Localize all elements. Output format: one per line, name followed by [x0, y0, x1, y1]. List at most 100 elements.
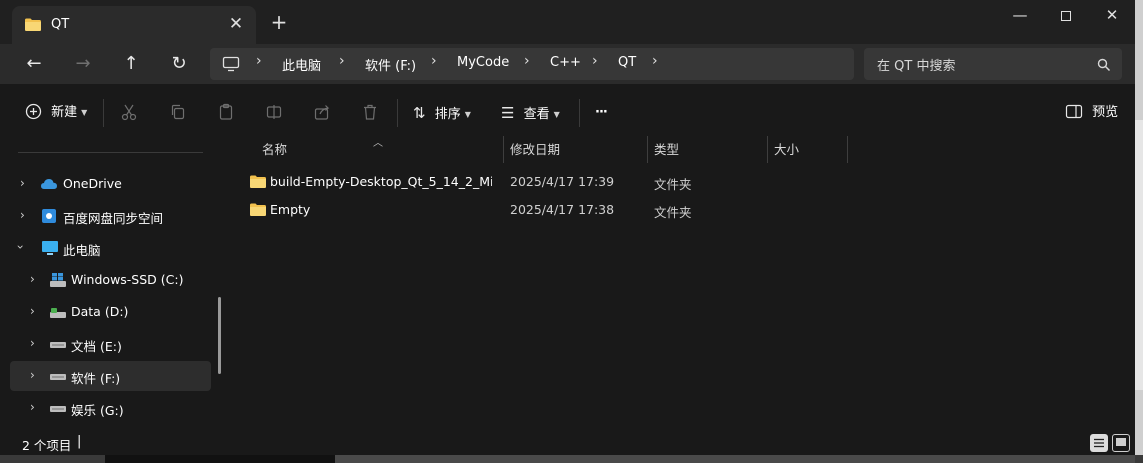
- column-header-type[interactable]: 类型: [654, 142, 679, 162]
- large-icons-view-button[interactable]: [1112, 434, 1130, 452]
- copy-icon[interactable]: [168, 103, 188, 123]
- column-divider[interactable]: [847, 136, 848, 163]
- view-list-icon: ☰: [501, 104, 515, 122]
- preview-pane-button[interactable]: 预览: [1065, 102, 1118, 124]
- folder-icon: [249, 202, 267, 221]
- minimize-button[interactable]: —: [997, 0, 1043, 32]
- sidebar-item-drive-d[interactable]: › Data (D:): [10, 297, 211, 327]
- sort-icon: ⇅: [413, 104, 426, 122]
- status-bar: 2 个项目 |: [0, 432, 1135, 455]
- column-header-size[interactable]: 大小: [774, 142, 799, 162]
- new-tab-button[interactable]: +: [268, 12, 290, 34]
- expand-chevron-icon[interactable]: ›: [30, 336, 35, 350]
- breadcrumb-cpp[interactable]: C++: [550, 55, 581, 70]
- status-divider: |: [77, 434, 82, 449]
- drive-icon: [49, 400, 67, 420]
- breadcrumb-chevron-icon[interactable]: ›: [652, 53, 658, 69]
- expand-chevron-icon[interactable]: ›: [30, 368, 35, 382]
- breadcrumb-chevron-icon[interactable]: ›: [524, 53, 530, 69]
- sort-ascending-icon: ︿: [373, 138, 383, 149]
- maximize-icon: [1061, 10, 1071, 21]
- item-count: 2 个项目: [22, 438, 72, 453]
- column-header-name[interactable]: 名称: [262, 142, 287, 162]
- windows-drive-icon: [49, 272, 67, 292]
- toolbar-separator: [103, 99, 104, 127]
- this-pc-icon: [41, 240, 59, 260]
- toolbar-separator: [579, 99, 580, 127]
- sort-label: 排序: [434, 107, 461, 122]
- drive-icon: [49, 368, 67, 388]
- close-window-button[interactable]: ✕: [1089, 0, 1135, 32]
- column-divider[interactable]: [503, 136, 504, 163]
- view-label: 查看: [523, 107, 550, 122]
- details-view-icon: [1094, 438, 1104, 448]
- up-button[interactable]: ↑: [115, 50, 147, 78]
- share-icon[interactable]: [312, 103, 332, 123]
- monitor-icon: [222, 56, 240, 76]
- breadcrumb-chevron-icon[interactable]: ›: [256, 53, 262, 69]
- new-button[interactable]: 新建 ▼: [25, 102, 87, 124]
- preview-label: 预览: [1092, 105, 1119, 120]
- maximize-button[interactable]: [1043, 0, 1089, 32]
- sidebar-item-baidu-netdisk[interactable]: › 百度网盘同步空间: [10, 201, 211, 231]
- sidebar-scrollbar[interactable]: [218, 297, 221, 374]
- file-date: 2025/4/17 17:39: [510, 174, 615, 189]
- breadcrumb-chevron-icon[interactable]: ›: [592, 53, 598, 69]
- expand-chevron-icon[interactable]: ›: [20, 176, 25, 190]
- view-button[interactable]: ☰ 查看 ▼: [501, 102, 560, 124]
- delete-icon[interactable]: [360, 103, 380, 123]
- sidebar-item-label: 此电脑: [63, 243, 101, 258]
- title-bar: QT ✕ + — ✕: [0, 0, 1135, 44]
- sidebar-item-label: Windows-SSD (C:): [71, 272, 184, 287]
- search-placeholder: 在 QT 中搜索: [877, 59, 956, 74]
- sidebar-item-label: 文档 (E:): [71, 339, 122, 354]
- expand-chevron-icon[interactable]: ›: [30, 272, 35, 286]
- search-box[interactable]: 在 QT 中搜索: [864, 48, 1122, 80]
- cut-icon[interactable]: [119, 103, 139, 123]
- breadcrumb-qt[interactable]: QT: [618, 55, 636, 70]
- search-icon[interactable]: [1097, 57, 1111, 76]
- large-icons-view-icon: [1116, 438, 1126, 446]
- expand-chevron-icon[interactable]: ›: [30, 304, 35, 318]
- expand-chevron-icon[interactable]: ›: [30, 400, 35, 414]
- sidebar-item-label: 娱乐 (G:): [71, 403, 124, 418]
- sidebar-item-drive-g[interactable]: › 娱乐 (G:): [10, 393, 211, 423]
- breadcrumb-chevron-icon[interactable]: ›: [339, 53, 345, 69]
- sidebar-item-label: OneDrive: [63, 176, 122, 191]
- preview-pane-icon: [1065, 104, 1083, 119]
- sort-button[interactable]: ⇅ 排序 ▼: [413, 102, 471, 124]
- breadcrumb-drive-f[interactable]: 软件 (F:): [365, 55, 416, 74]
- refresh-button[interactable]: ↻: [163, 50, 195, 78]
- file-row[interactable]: build-Empty-Desktop_Qt_5_14_2_Min... 202…: [243, 169, 1123, 195]
- expand-chevron-icon[interactable]: ›: [20, 208, 25, 222]
- sidebar-item-drive-c[interactable]: › Windows-SSD (C:): [10, 265, 211, 295]
- column-header-date[interactable]: 修改日期: [510, 142, 560, 162]
- file-row[interactable]: Empty 2025/4/17 17:38 文件夹: [243, 197, 1123, 223]
- more-options-button[interactable]: ···: [595, 102, 608, 124]
- column-divider[interactable]: [767, 136, 768, 163]
- file-name: Empty: [270, 202, 311, 217]
- drive-icon: [49, 304, 67, 324]
- breadcrumb-mycode[interactable]: MyCode: [457, 55, 509, 70]
- paste-icon[interactable]: [216, 103, 236, 123]
- back-button[interactable]: ←: [18, 50, 50, 78]
- close-tab-icon[interactable]: ✕: [226, 14, 246, 34]
- breadcrumb-this-pc[interactable]: 此电脑: [282, 55, 321, 74]
- forward-button[interactable]: →: [67, 50, 99, 78]
- details-view-button[interactable]: [1090, 434, 1108, 452]
- tab-qt[interactable]: QT ✕: [12, 6, 256, 44]
- background-taskbar-edge: [0, 455, 1143, 463]
- breadcrumb-chevron-icon[interactable]: ›: [431, 53, 437, 69]
- navigation-bar: ← → ↑ ↻ › 此电脑 › 软件 (F:) › MyCode › C++ ›…: [0, 44, 1135, 84]
- collapse-chevron-icon[interactable]: ›: [13, 245, 27, 250]
- sidebar-item-drive-e[interactable]: › 文档 (E:): [10, 329, 211, 359]
- sidebar-item-this-pc[interactable]: › 此电脑: [10, 233, 211, 263]
- rename-icon[interactable]: [264, 103, 284, 123]
- sidebar-item-drive-f[interactable]: › 软件 (F:): [10, 361, 211, 391]
- file-explorer-window: QT ✕ + — ✕ ← → ↑ ↻ › 此电脑 › 软件 (F:) › MyC…: [0, 0, 1135, 455]
- file-type: 文件夹: [654, 177, 692, 192]
- address-bar[interactable]: › 此电脑 › 软件 (F:) › MyCode › C++ › QT ›: [210, 48, 854, 80]
- sidebar-item-onedrive[interactable]: › OneDrive: [10, 169, 211, 199]
- column-divider[interactable]: [647, 136, 648, 163]
- plus-circle-icon: [25, 103, 42, 120]
